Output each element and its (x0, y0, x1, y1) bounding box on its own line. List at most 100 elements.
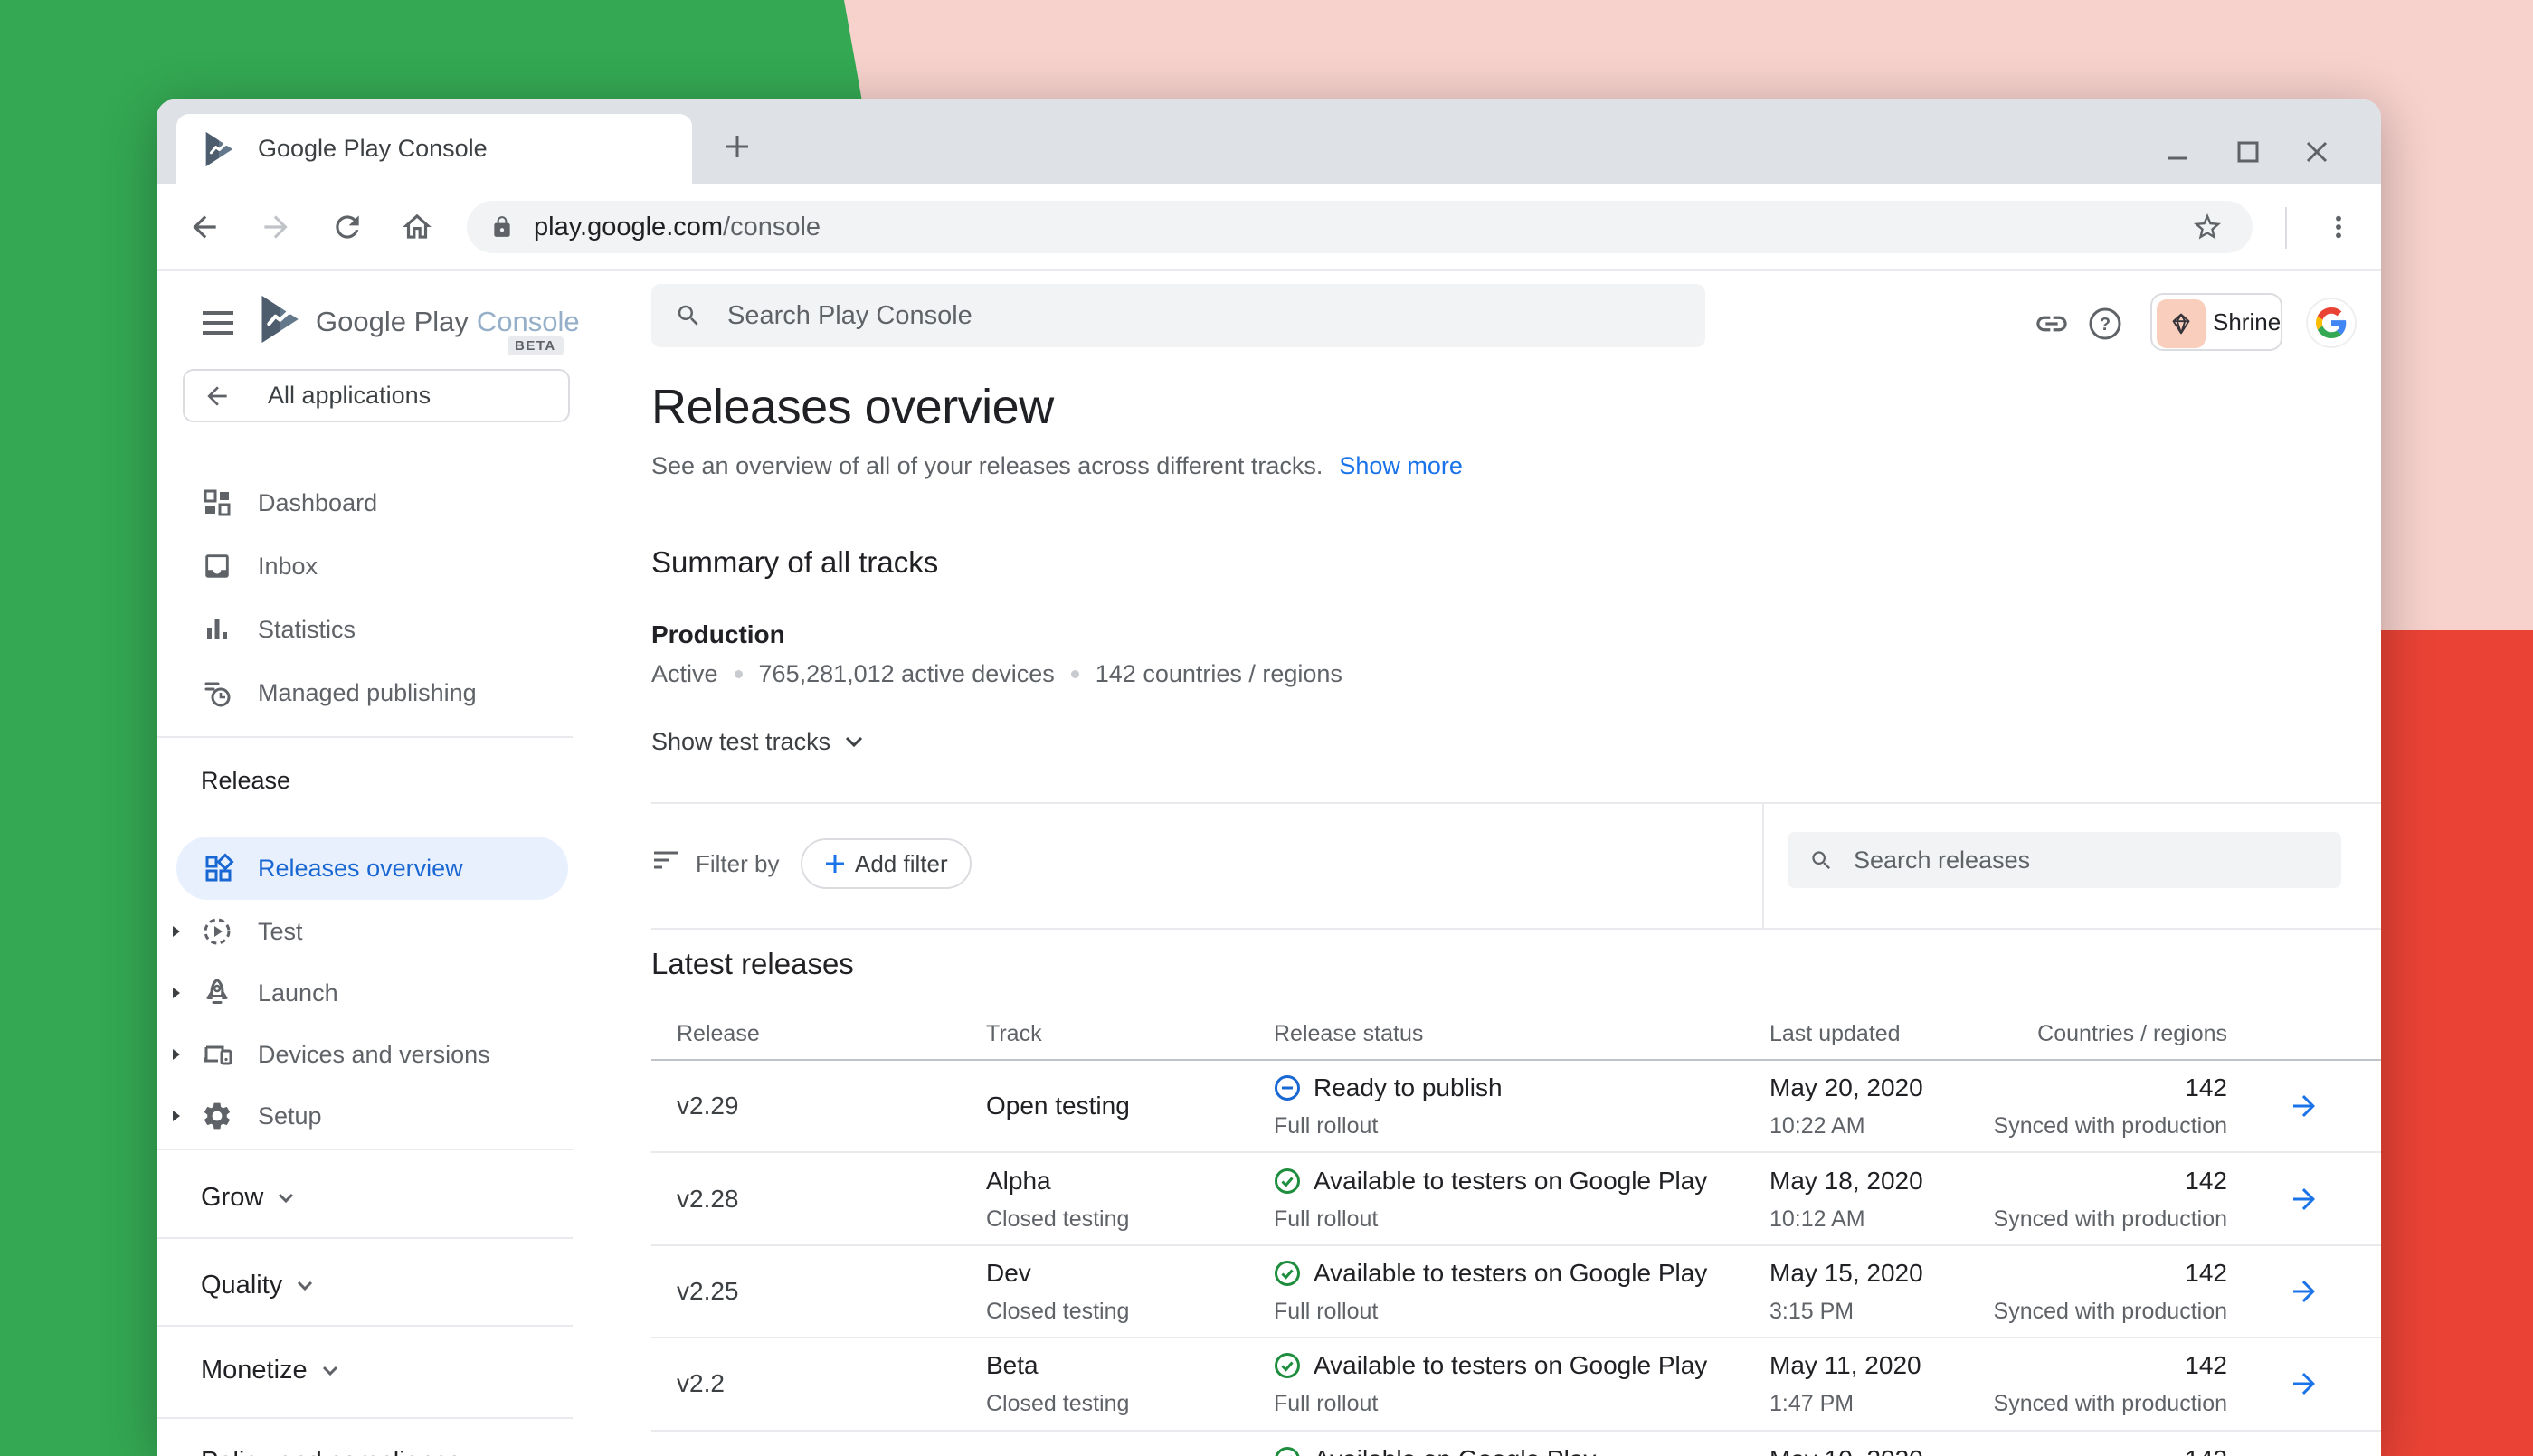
sidebar-section-policy-partial[interactable]: Policy and compliance (201, 1447, 462, 1456)
sidebar-item-releases-overview[interactable]: Releases overview (176, 837, 568, 900)
home-icon[interactable] (393, 203, 441, 251)
table-row[interactable]: v2.25 Dev Closed testing Available to te… (651, 1246, 2381, 1337)
expand-caret-icon[interactable] (169, 986, 184, 1000)
play-console-favicon (202, 130, 236, 168)
open-release-arrow-icon[interactable] (2288, 1367, 2320, 1400)
releases-search-input[interactable] (1854, 846, 2279, 875)
bookmark-star-icon[interactable] (2183, 203, 2232, 251)
section-label: Policy and compliance (201, 1447, 462, 1456)
open-release-arrow-icon[interactable] (2288, 1183, 2320, 1215)
chevron-down-icon (845, 736, 863, 748)
inbox-icon (199, 548, 235, 584)
track-name: Open testing (986, 1092, 1248, 1120)
reload-icon[interactable] (323, 203, 372, 251)
last-updated-date: May 20, 2020 (1769, 1073, 1979, 1102)
minimize-icon[interactable] (2156, 130, 2199, 174)
hamburger-menu-icon[interactable] (194, 298, 242, 347)
countries-sub: Synced with production (1994, 1299, 2227, 1324)
section-label: Monetize (201, 1356, 308, 1385)
url-host: play.google.com (534, 213, 723, 241)
release-version: v2.28 (677, 1185, 961, 1214)
track-sub: Closed testing (986, 1206, 1248, 1232)
new-tab-icon[interactable] (716, 125, 759, 168)
sidebar-item-label: Launch (258, 979, 338, 1007)
sidebar-section-monetize[interactable]: Monetize (201, 1356, 338, 1385)
sidebar-item-setup[interactable]: Setup (157, 1084, 582, 1148)
close-icon[interactable] (2295, 130, 2339, 174)
chevron-down-icon (278, 1193, 294, 1204)
countries-count: 142 (2185, 1073, 2227, 1102)
expand-caret-icon[interactable] (169, 924, 184, 939)
sidebar-item-dashboard[interactable]: Dashboard (157, 471, 582, 534)
show-test-tracks-toggle[interactable]: Show test tracks (651, 728, 863, 756)
browser-tab[interactable]: Google Play Console (176, 114, 692, 184)
console-search[interactable] (651, 284, 1705, 347)
release-version: v2.29 (677, 1092, 961, 1120)
browser-menu-icon[interactable] (2314, 203, 2363, 251)
section-label: Grow (201, 1183, 263, 1213)
rollout-status: Full rollout (1274, 1113, 1744, 1139)
release-status: Ready to publish (1314, 1073, 1503, 1102)
sidebar-item-statistics[interactable]: Statistics (157, 598, 582, 661)
track-name: Alpha (986, 1167, 1248, 1196)
table-row[interactable]: v2.28 Alpha Closed testing Available to … (651, 1153, 2381, 1244)
sidebar-section-grow[interactable]: Grow (201, 1183, 294, 1213)
search-icon (1809, 848, 1834, 873)
open-release-arrow-icon[interactable] (2288, 1275, 2320, 1308)
sidebar-item-label: Releases overview (258, 855, 463, 883)
release-status: Available to testers on Google Play (1314, 1167, 1707, 1196)
sidebar-item-launch[interactable]: Launch (157, 961, 582, 1025)
console-search-input[interactable] (727, 301, 1551, 331)
back-icon[interactable] (180, 203, 229, 251)
countries-count: 142 (2185, 1167, 2227, 1196)
address-bar[interactable]: play.google.com/console (467, 201, 2253, 253)
countries-count: 142 (2185, 1351, 2227, 1380)
page-subtitle: See an overview of all of your releases … (651, 452, 1323, 480)
last-updated-date: May 18, 2020 (1769, 1167, 1979, 1196)
expand-caret-icon[interactable] (169, 1109, 184, 1123)
release-version: v2.25 (677, 1277, 961, 1306)
google-account-icon[interactable] (2308, 299, 2355, 346)
countries-regions: 142 countries / regions (1096, 660, 1342, 688)
play-console-app: Google Play Console BETA All application… (157, 271, 2381, 1456)
sidebar-divider (157, 736, 573, 738)
sidebar-item-label: Devices and versions (258, 1041, 490, 1069)
sidebar-item-inbox[interactable]: Inbox (157, 534, 582, 598)
link-icon[interactable] (2032, 304, 2072, 344)
status-ok-icon (1274, 1446, 1301, 1456)
countries-sub: Synced with production (1994, 1113, 2227, 1139)
release-status: Available on Google Play (1314, 1445, 1596, 1456)
table-row[interactable]: v2.29 Open testing Ready to publish Full… (651, 1061, 2381, 1151)
app-switcher-chip[interactable]: Shrine (2150, 293, 2282, 351)
svg-text:?: ? (2100, 315, 2111, 335)
expand-caret-icon[interactable] (169, 1047, 184, 1062)
table-row-partial[interactable]: Available on Google Play May 10, 2020 14… (651, 1432, 2381, 1456)
brand-wordmark: Google Play Console (316, 304, 580, 340)
rollout-status: Full rollout (1274, 1299, 1744, 1324)
release-section-label: Release (201, 767, 290, 795)
last-updated-date: May 10, 2020 (1769, 1445, 1979, 1456)
filter-by-label: Filter by (696, 850, 779, 878)
add-filter-button[interactable]: Add filter (801, 838, 972, 889)
help-icon[interactable]: ? (2085, 304, 2125, 344)
sidebar-item-managed-publishing[interactable]: Managed publishing (157, 661, 582, 724)
filter-icon (654, 851, 679, 871)
open-release-arrow-icon[interactable] (2288, 1090, 2320, 1122)
tab-title: Google Play Console (258, 135, 488, 163)
show-more-link[interactable]: Show more (1339, 452, 1463, 480)
sidebar-item-test[interactable]: Test (157, 900, 582, 963)
forward-icon[interactable] (251, 203, 300, 251)
all-applications-button[interactable]: All applications (183, 369, 570, 422)
sidebar-section-quality[interactable]: Quality (201, 1271, 313, 1300)
table-row[interactable]: v2.2 Beta Closed testing Available to te… (651, 1338, 2381, 1428)
sidebar-item-devices-and-versions[interactable]: Devices and versions (157, 1023, 582, 1086)
releases-search[interactable] (1788, 832, 2341, 888)
countries-count: 142 (2185, 1445, 2227, 1456)
add-filter-label: Add filter (855, 850, 948, 878)
chevron-down-icon (322, 1366, 338, 1376)
countries-count: 142 (2185, 1259, 2227, 1288)
back-arrow-icon (203, 382, 232, 411)
maximize-icon[interactable] (2226, 130, 2270, 174)
col-track: Track (961, 1019, 1248, 1048)
tab-strip: Google Play Console (157, 99, 2381, 184)
